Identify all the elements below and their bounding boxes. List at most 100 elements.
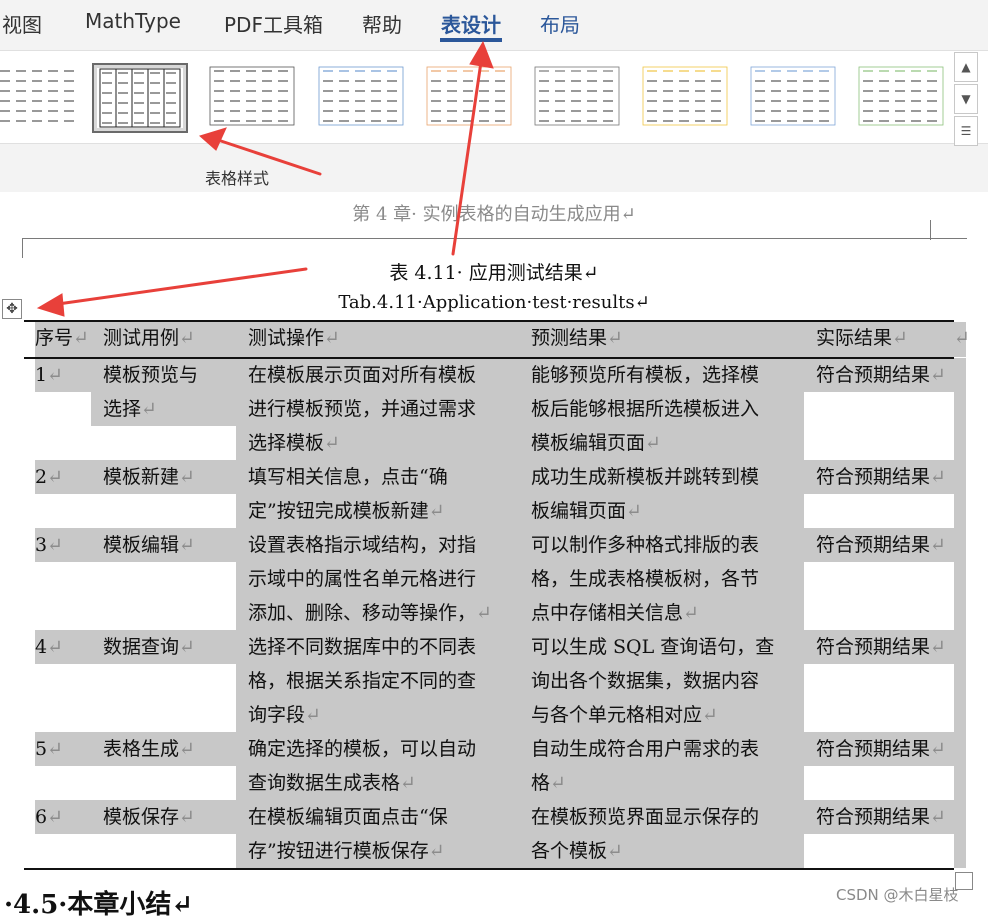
margin-corner-right — [930, 220, 931, 240]
cell-test-operation[interactable]: 选择不同数据库中的不同表 — [248, 630, 476, 664]
cell-test-operation[interactable]: 在模板展示页面对所有模板 — [248, 358, 476, 392]
margin-corner-left — [22, 238, 23, 258]
tab-mathtype[interactable]: MathType — [85, 9, 181, 33]
cell-test-operation[interactable]: 存”按钮进行模板保存↵ — [248, 834, 445, 868]
tab-layout[interactable]: 布局 — [540, 9, 580, 38]
gallery-expand-icon[interactable]: ☰ — [954, 116, 978, 146]
cell-expected-result[interactable]: 自动生成符合用户需求的表 — [531, 732, 759, 766]
cell-test-case[interactable]: 模板编辑↵ — [103, 528, 195, 562]
cell-test-operation[interactable]: 询字段↵ — [248, 698, 321, 732]
paragraph-mark: ↵ — [892, 327, 908, 349]
cell-text: 模板新建 — [103, 466, 180, 488]
tab-table-design[interactable]: 表设计 — [441, 9, 501, 38]
cell-test-operation[interactable]: 定”按钮完成模板新建↵ — [248, 494, 445, 528]
active-tab-indicator — [440, 38, 502, 42]
cell-expected-result[interactable]: 各个模板↵ — [531, 834, 623, 868]
cell-expected-result[interactable]: 格，生成表格模板树，各节 — [531, 562, 759, 596]
paragraph-mark: ↵ — [930, 364, 946, 386]
cell-text: 符合预期结果 — [816, 738, 931, 760]
table-header-cell[interactable]: 预测结果↵ — [531, 321, 623, 355]
tab-view[interactable]: 视图 — [2, 9, 42, 38]
table-move-handle-icon[interactable]: ✥ — [2, 299, 22, 319]
table-header-cell[interactable]: 序号↵ — [35, 321, 89, 355]
cell-expected-result[interactable]: 可以生成 SQL 查询语句，查 — [531, 630, 774, 664]
tab-help[interactable]: 帮助 — [362, 9, 402, 38]
cell-expected-result[interactable]: 在模板预览界面显示保存的 — [531, 800, 759, 834]
cell-row-number[interactable]: 3↵ — [35, 528, 63, 562]
table-style-option[interactable] — [639, 63, 731, 129]
gallery-scroll-up-icon[interactable]: ▲ — [954, 52, 978, 82]
table-header-cell[interactable]: 测试用例↵ — [103, 321, 195, 355]
cell-row-number[interactable]: 6↵ — [35, 800, 63, 834]
cell-expected-result[interactable]: 询出各个数据集，数据内容 — [531, 664, 759, 698]
cell-text: 定”按钮完成模板新建 — [248, 500, 429, 522]
cell-test-operation[interactable]: 在模板编辑页面点击“保 — [248, 800, 448, 834]
cell-test-operation[interactable]: 选择模板↵ — [248, 426, 340, 460]
cell-expected-result[interactable]: 模板编辑页面↵ — [531, 426, 661, 460]
cell-expected-result[interactable]: 板后能够根据所选模板进入 — [531, 392, 759, 426]
cell-expected-result[interactable]: 板编辑页面↵ — [531, 494, 642, 528]
table-style-option[interactable] — [315, 63, 407, 129]
tab-pdf-toolbox[interactable]: PDF工具箱 — [224, 9, 323, 38]
row-end-shading — [954, 358, 966, 460]
table-style-option[interactable] — [531, 63, 623, 129]
table-header-cell[interactable]: 测试操作↵ — [248, 321, 340, 355]
cell-actual-result[interactable]: 符合预期结果↵ — [816, 732, 946, 766]
paragraph-mark: ↵ — [179, 738, 195, 760]
cell-test-operation[interactable]: 填写相关信息，点击“确 — [248, 460, 448, 494]
header-rule — [22, 238, 967, 239]
cell-test-operation[interactable]: 确定选择的模板，可以自动 — [248, 732, 476, 766]
cell-row-number[interactable]: 1↵ — [35, 358, 63, 392]
cell-expected-result[interactable]: 与各个单元格相对应↵ — [531, 698, 718, 732]
table-style-option[interactable] — [423, 63, 515, 129]
cell-actual-result[interactable]: 符合预期结果↵ — [816, 800, 946, 834]
cell-expected-result[interactable]: 点中存储相关信息↵ — [531, 596, 699, 630]
paragraph-mark: ↵ — [47, 806, 64, 828]
cell-test-operation[interactable]: 添加、删除、移动等操作，↵ — [248, 596, 492, 630]
cell-expected-result[interactable]: 格↵ — [531, 766, 566, 800]
cell-text: 询字段 — [248, 704, 306, 726]
gallery-scroll-down-icon[interactable]: ▼ — [954, 84, 978, 114]
table-style-option[interactable] — [0, 63, 84, 129]
cell-text: 各个模板 — [531, 840, 608, 862]
cell-text: 1 — [35, 364, 48, 386]
cell-row-number[interactable]: 2↵ — [35, 460, 63, 494]
cell-test-case[interactable]: 数据查询↵ — [103, 630, 195, 664]
cell-test-operation[interactable]: 查询数据生成表格↵ — [248, 766, 416, 800]
cell-text: 测试用例 — [103, 327, 180, 349]
table-bottom-rule — [24, 868, 954, 870]
cell-text: 4 — [35, 636, 48, 658]
cell-expected-result[interactable]: 能够预览所有模板，选择模 — [531, 358, 759, 392]
table-style-option[interactable] — [92, 63, 188, 133]
cell-expected-result[interactable]: 成功生成新模板并跳转到模 — [531, 460, 759, 494]
cell-test-case[interactable]: 表格生成↵ — [103, 732, 195, 766]
cell-test-operation[interactable]: 格，根据关系指定不同的查 — [248, 664, 476, 698]
paragraph-mark: ↵ — [930, 738, 946, 760]
paragraph-mark: ↵ — [930, 534, 946, 556]
cell-actual-result[interactable]: 符合预期结果↵ — [816, 460, 946, 494]
cell-test-operation[interactable]: 示域中的属性名单元格进行 — [248, 562, 476, 596]
cell-actual-result[interactable]: 符合预期结果↵ — [816, 528, 946, 562]
cell-text: 模板编辑页面 — [531, 432, 646, 454]
cell-test-case[interactable]: 模板预览与 — [103, 358, 198, 392]
row-end-mark[interactable]: ↵ — [954, 321, 970, 355]
paragraph-mark: ↵ — [179, 534, 195, 556]
table-style-preview-icon — [534, 66, 620, 126]
table-style-option[interactable] — [747, 63, 839, 129]
cell-test-case[interactable]: 选择↵ — [103, 392, 157, 426]
cell-test-case[interactable]: 模板新建↵ — [103, 460, 195, 494]
cell-row-number[interactable]: 5↵ — [35, 732, 63, 766]
cell-row-number[interactable]: 4↵ — [35, 630, 63, 664]
running-header: 第 4 章· 实例表格的自动生成应用↵ — [352, 204, 636, 225]
cell-test-case[interactable]: 模板保存↵ — [103, 800, 195, 834]
cell-expected-result[interactable]: 可以制作多种格式排版的表 — [531, 528, 759, 562]
table-header-cell[interactable]: 实际结果↵ — [816, 321, 908, 355]
cell-actual-result[interactable]: 符合预期结果↵ — [816, 630, 946, 664]
paragraph-mark: ↵ — [47, 738, 64, 760]
cell-actual-result[interactable]: 符合预期结果↵ — [816, 358, 946, 392]
cell-test-operation[interactable]: 设置表格指示域结构，对指 — [248, 528, 476, 562]
cell-test-operation[interactable]: 进行模板预览，并通过需求 — [248, 392, 476, 426]
table-style-gallery — [0, 50, 988, 144]
table-style-option[interactable] — [855, 63, 947, 129]
table-style-option[interactable] — [206, 63, 298, 129]
